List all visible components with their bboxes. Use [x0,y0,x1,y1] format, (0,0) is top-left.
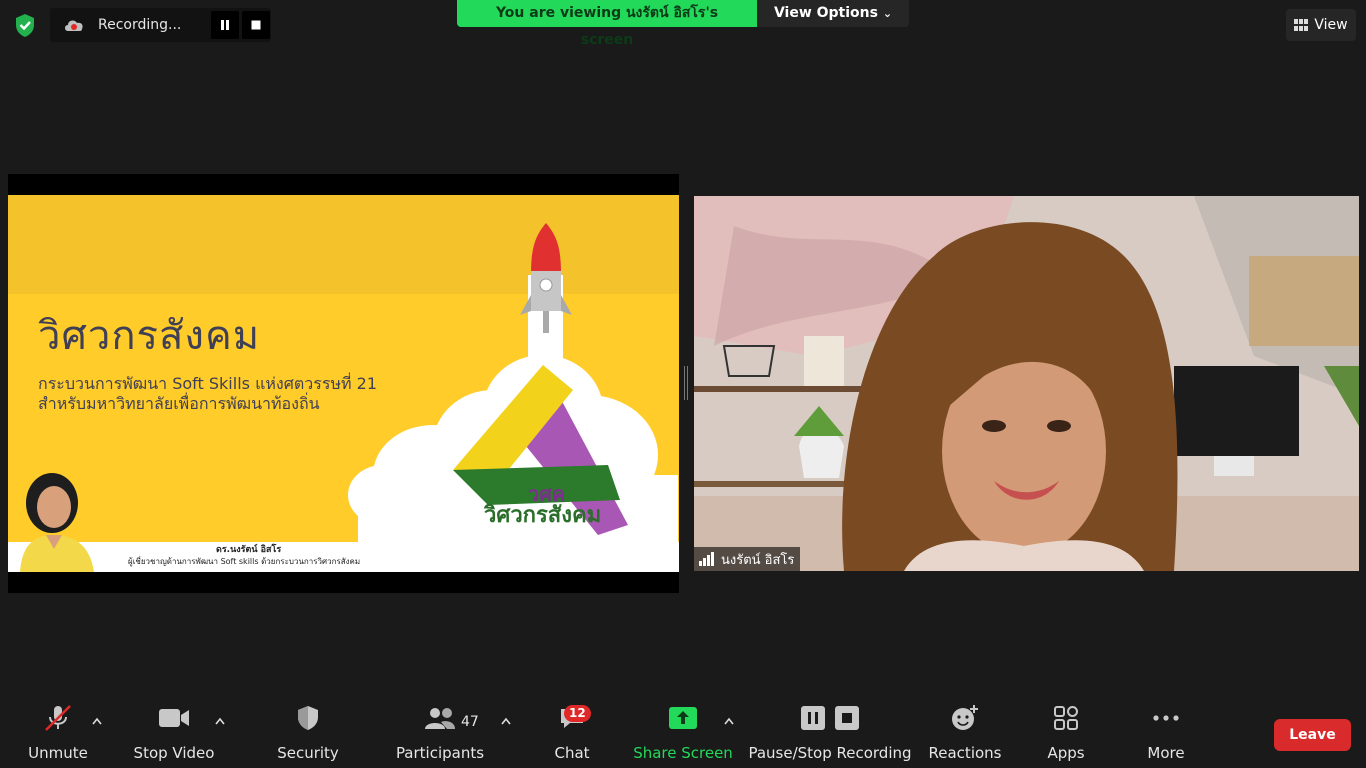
participants-count: 47 [461,714,479,730]
slide-logo-text: วิศวกรสังคม [484,503,602,528]
stop-video-label: Stop Video [133,744,215,762]
recording-indicator: Recording... [50,8,271,42]
view-layout-button[interactable]: View [1286,9,1356,41]
video-options-caret-icon[interactable] [214,716,226,726]
chat-unread-badge: 12 [564,705,591,722]
security-shield-icon [298,706,318,730]
more-dots-icon [1153,715,1179,721]
view-options-button[interactable]: View Options ⌄ [757,0,909,27]
resize-divider-handle[interactable] [684,366,688,400]
participants-icon [425,708,455,729]
audio-options-caret-icon[interactable] [91,716,103,726]
apps-label: Apps [1047,744,1085,762]
unmute-button[interactable]: Unmute [28,698,88,768]
pause-stop-recording-label: Pause/Stop Recording [748,744,912,762]
presentation-slide: วศค วิศวกรสังคม วิศวกรสังคม กระบวนการพัฒ… [8,195,679,572]
meeting-toolbar: Unmute Stop Video Security Participants … [0,698,1366,768]
chevron-down-icon: ⌄ [882,7,893,20]
more-label: More [1147,744,1185,762]
slide-title: วิศวกรสังคม [38,313,261,359]
video-camera-icon [159,709,189,727]
slide-presenter-name: ดร.นงรัตน์ อิสโร [216,545,282,555]
participant-name: นงรัตน์ อิสโร [721,552,795,568]
leave-meeting-button[interactable]: Leave [1274,719,1351,751]
rocket-launch-illustration [348,223,678,545]
stop-icon [835,706,859,730]
chat-label: Chat [554,744,590,762]
more-button[interactable]: More [1140,698,1192,768]
stop-video-button[interactable]: Stop Video [134,698,214,768]
unmute-label: Unmute [28,744,88,762]
viewing-banner: You are viewing นงรัตน์ อิสโร's screen V… [457,0,909,48]
stop-icon [251,20,261,30]
share-screen-arrow-icon [669,707,697,729]
share-options-caret-icon[interactable] [723,716,735,726]
participants-button[interactable]: Participants [395,698,485,768]
cloud-recording-icon [65,20,83,31]
signal-strength-icon [699,552,714,566]
pause-icon [801,706,825,730]
pause-recording-button[interactable] [211,11,239,39]
view-label: View [1314,17,1348,33]
participants-label: Participants [395,744,485,762]
microphone-muted-icon [45,705,71,731]
view-options-label: View Options [773,5,878,21]
chat-button[interactable]: 12 Chat [546,698,598,768]
slide-presenter-role: ผู้เชี่ยวชาญด้านการพัฒนา Soft skills ด้ว… [128,557,361,566]
recording-status: Recording... [98,17,182,33]
reactions-smiley-icon [952,705,978,730]
reactions-button[interactable]: Reactions [928,698,1002,768]
stop-recording-button[interactable] [242,11,270,39]
apps-button[interactable]: Apps [1040,698,1092,768]
participant-name-tag: นงรัตน์ อิสโร [694,547,801,571]
shared-screen[interactable]: วศค วิศวกรสังคม วิศวกรสังคม กระบวนการพัฒ… [8,174,679,593]
reactions-label: Reactions [928,744,1002,762]
viewing-screen-label: You are viewing นงรัตน์ อิสโร's screen [457,0,757,48]
participants-options-caret-icon[interactable] [500,716,512,726]
pause-stop-recording-button[interactable]: Pause/Stop Recording [748,698,912,768]
slide-subtitle-line2: สำหรับมหาวิทยาลัยเพื่อการพัฒนาท้องถิ่น [38,394,320,413]
share-screen-label: Share Screen [633,744,733,762]
apps-icon [1054,706,1078,730]
pause-icon [221,20,229,30]
presenter-photo [20,473,94,572]
participant-video-tile[interactable]: นงรัตน์ อิสโร [694,196,1359,571]
encryption-shield-icon[interactable] [12,12,38,38]
share-screen-button[interactable]: Share Screen [633,698,733,768]
security-button[interactable]: Security [277,698,339,768]
participant-video-frame [694,196,1359,571]
grid-view-icon [1294,19,1309,31]
security-label: Security [277,744,339,762]
